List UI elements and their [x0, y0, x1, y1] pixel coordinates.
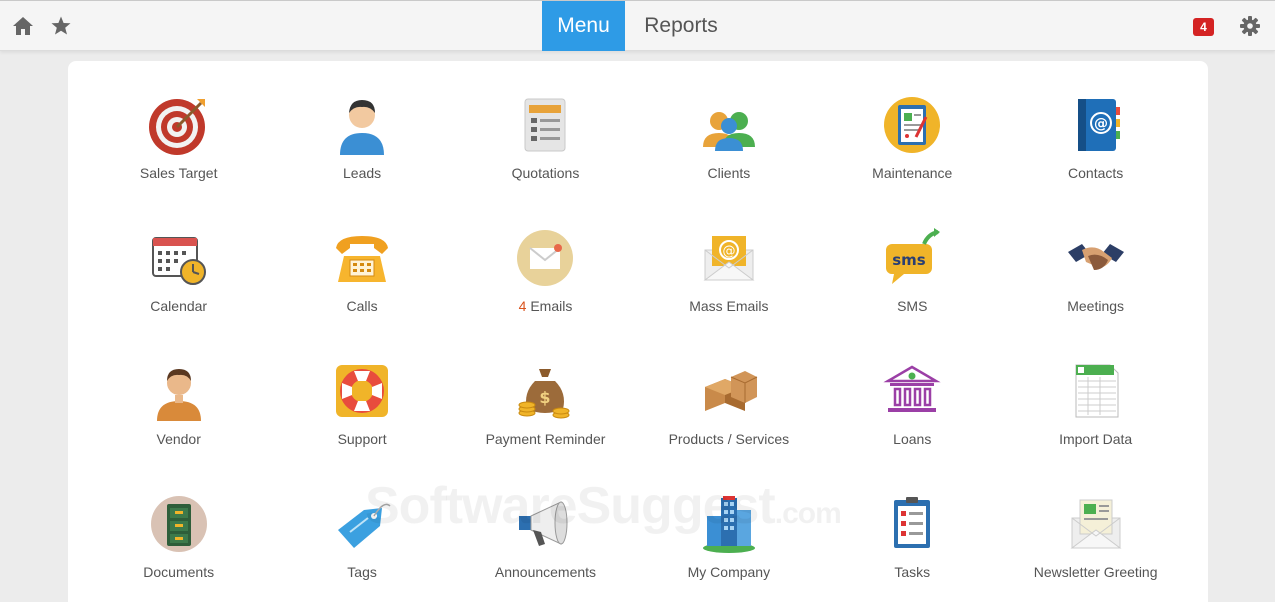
vendor-person-icon	[156, 369, 201, 421]
target-icon	[148, 99, 205, 155]
menu-item-label: 4 Emails	[518, 298, 573, 314]
gear-icon[interactable]	[1237, 13, 1263, 39]
menu-item-contacts[interactable]: @ Contacts	[1004, 93, 1187, 226]
menu-item-label: Import Data	[1059, 431, 1133, 447]
menu-item-label: My Company	[687, 564, 771, 580]
top-bar: Menu Reports 4	[0, 0, 1275, 51]
menu-item-label: Tags	[347, 564, 377, 580]
menu-item-label: SMS	[897, 298, 928, 314]
bank-icon	[883, 365, 941, 412]
menu-item-support[interactable]: Support	[270, 359, 453, 492]
menu-item-sms[interactable]: sms SMS	[821, 226, 1004, 359]
menu-item-calendar[interactable]: Calendar	[87, 226, 270, 359]
menu-grid: Sales Target Leads Quotations Clients Ma…	[87, 93, 1187, 602]
at-envelope-icon: @	[703, 236, 755, 281]
spreadsheet-icon	[1075, 364, 1119, 418]
menu-item-label: Vendor	[156, 431, 201, 447]
menu-item-products-services[interactable]: Products / Services	[637, 359, 820, 492]
menu-item-label: Contacts	[1068, 165, 1124, 181]
menu-item-meetings[interactable]: Meetings	[1004, 226, 1187, 359]
menu-item-label: Products / Services	[668, 431, 790, 447]
telephone-icon	[336, 236, 389, 282]
menu-item-payment-reminder[interactable]: $ Payment Reminder	[454, 359, 637, 492]
star-icon[interactable]	[48, 13, 74, 39]
home-icon[interactable]	[10, 13, 36, 39]
menu-item-label: Tasks	[894, 564, 931, 580]
task-list-icon	[894, 497, 931, 548]
svg-text:@: @	[1094, 116, 1108, 132]
menu-item-announcements[interactable]: Announcements	[454, 492, 637, 602]
tag-icon	[338, 503, 391, 548]
menu-item-label: Clients	[707, 165, 751, 181]
menu-item-loans[interactable]: Loans	[821, 359, 1004, 492]
menu-item-label: Loans	[893, 431, 932, 447]
filing-cabinet-icon	[150, 496, 207, 552]
svg-text:sms: sms	[893, 251, 927, 269]
newsletter-envelope-icon	[1070, 499, 1122, 549]
lifebuoy-icon	[336, 365, 389, 417]
svg-text:@: @	[722, 244, 735, 259]
menu-item-tags[interactable]: Tags	[270, 492, 453, 602]
menu-item-leads[interactable]: Leads	[270, 93, 453, 226]
handshake-icon	[1067, 244, 1124, 270]
menu-item-label: Leads	[343, 165, 382, 181]
sms-bubble-icon: sms	[886, 228, 941, 284]
boxes-icon	[704, 371, 758, 411]
address-book-icon: @	[1077, 99, 1120, 151]
email-count: 4	[518, 298, 527, 314]
calendar-clock-icon	[151, 237, 206, 285]
menu-item-emails[interactable]: 4 Emails	[454, 226, 637, 359]
menu-item-label: Sales Target	[139, 165, 218, 181]
menu-item-label: Maintenance	[872, 165, 953, 181]
menu-item-label: Payment Reminder	[485, 431, 606, 447]
menu-item-calls[interactable]: Calls	[270, 226, 453, 359]
menu-item-label: Quotations	[511, 165, 580, 181]
menu-item-maintenance[interactable]: Maintenance	[821, 93, 1004, 226]
menu-item-label: Meetings	[1067, 298, 1125, 314]
menu-item-label: Announcements	[494, 564, 597, 580]
quote-document-icon	[524, 98, 566, 152]
tab-reports[interactable]: Reports	[630, 1, 732, 51]
menu-item-clients[interactable]: Clients	[637, 93, 820, 226]
menu-item-tasks[interactable]: Tasks	[821, 492, 1004, 602]
menu-item-label: Support	[337, 431, 387, 447]
menu-item-import-data[interactable]: Import Data	[1004, 359, 1187, 492]
envelope-icon	[517, 230, 574, 286]
menu-item-label: Mass Emails	[689, 298, 769, 314]
menu-item-mass-emails[interactable]: @ Mass Emails	[637, 226, 820, 359]
menu-item-vendor[interactable]: Vendor	[87, 359, 270, 492]
menu-item-sales-target[interactable]: Sales Target	[87, 93, 270, 226]
menu-item-label: Calls	[346, 298, 378, 314]
people-group-icon	[702, 112, 755, 151]
menu-item-label: Calendar	[150, 298, 208, 314]
notification-badge[interactable]: 4	[1193, 18, 1214, 36]
tab-menu[interactable]: Menu	[542, 1, 625, 51]
menu-item-quotations[interactable]: Quotations	[454, 93, 637, 226]
buildings-icon	[702, 496, 755, 553]
menu-item-newsletter-greeting[interactable]: Newsletter Greeting	[1004, 492, 1187, 602]
clipboard-icon	[884, 97, 941, 153]
menu-item-my-company[interactable]: My Company	[637, 492, 820, 602]
money-bag-icon: $	[518, 369, 570, 419]
menu-item-documents[interactable]: Documents	[87, 492, 270, 602]
svg-text:$: $	[540, 388, 551, 407]
menu-item-label: Newsletter Greeting	[1033, 564, 1158, 580]
menu-item-label: Documents	[143, 564, 215, 580]
person-icon	[340, 100, 385, 155]
megaphone-icon	[519, 501, 568, 546]
